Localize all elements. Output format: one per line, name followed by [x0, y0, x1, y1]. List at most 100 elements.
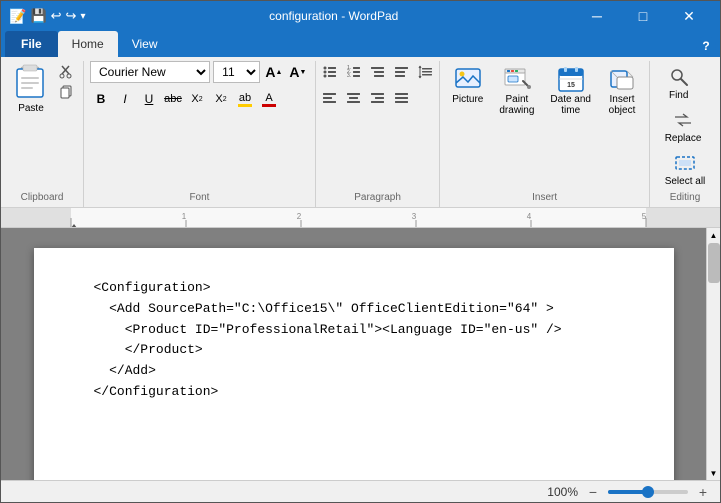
picture-button[interactable]: Picture — [446, 61, 489, 108]
ruler: 1 2 3 4 5 — [1, 208, 720, 228]
italic-button[interactable]: I — [114, 88, 136, 110]
editor-content[interactable]: <Configuration> <Add SourcePath="C:\Offi… — [94, 278, 614, 403]
replace-button[interactable]: Replace — [661, 104, 706, 147]
bullet-list-button[interactable] — [319, 61, 341, 83]
superscript-button[interactable]: X2 — [210, 88, 232, 110]
highlight-button[interactable]: ab — [234, 88, 256, 110]
ribbon-header: File Home View ? — [1, 31, 720, 57]
tab-file[interactable]: File — [5, 31, 58, 57]
vertical-scrollbar: ▲ ▼ — [706, 228, 720, 480]
svg-text:2: 2 — [297, 212, 302, 221]
paste-label: Paste — [18, 103, 44, 114]
paste-icon — [13, 63, 49, 103]
insert-content: Picture — [446, 61, 643, 190]
datetime-button[interactable]: 15 Date and time — [544, 61, 597, 119]
numbered-list-button[interactable]: 1. 2. 3. — [343, 61, 365, 83]
copy-button[interactable] — [57, 83, 77, 101]
editor-container: <Configuration> <Add SourcePath="C:\Offi… — [1, 228, 706, 480]
font-color-button[interactable]: A — [258, 88, 280, 110]
align-left-button[interactable] — [319, 87, 341, 109]
font-shrink-button[interactable]: A▼ — [287, 61, 309, 83]
find-label: Find — [669, 90, 688, 101]
ribbon-tabs: File Home View — [1, 31, 696, 57]
app-icon: 📝 — [9, 8, 26, 25]
svg-text:4: 4 — [527, 212, 532, 221]
zoom-thumb — [642, 486, 654, 498]
svg-text:1: 1 — [182, 212, 187, 221]
save-icon[interactable]: 💾 — [30, 8, 46, 24]
editing-label: Editing — [656, 190, 714, 203]
title-bar: 📝 💾 ↩ ↪ ▾ configuration - WordPad ─ □ ✕ — [1, 1, 720, 31]
zoom-in-button[interactable]: + — [694, 483, 712, 501]
align-row — [319, 87, 413, 109]
zoom-level: 100% — [547, 485, 578, 499]
object-icon — [607, 64, 637, 94]
align-right-button[interactable] — [367, 87, 389, 109]
font-group: Courier New 11 A▲ A▼ B I U abc X2 — [84, 61, 316, 207]
scroll-down-button[interactable]: ▼ — [707, 466, 721, 480]
bold-button[interactable]: B — [90, 88, 112, 110]
tab-view[interactable]: View — [118, 31, 172, 57]
replace-label: Replace — [665, 133, 702, 144]
font-family-select[interactable]: Courier New — [90, 61, 210, 83]
justify-button[interactable] — [391, 87, 413, 109]
customize-icon[interactable]: ▾ — [80, 11, 85, 22]
minimize-button[interactable]: ─ — [574, 1, 620, 31]
picture-label: Picture — [452, 94, 483, 105]
font-content: Courier New 11 A▲ A▼ B I U abc X2 — [90, 61, 309, 190]
select-all-label: Select all — [665, 176, 706, 187]
scrollbar-track[interactable] — [707, 242, 720, 466]
undo-icon[interactable]: ↩ — [51, 8, 62, 24]
find-button[interactable]: Find — [661, 61, 697, 104]
indent-less-button[interactable] — [391, 61, 413, 83]
scroll-up-button[interactable]: ▲ — [707, 228, 721, 242]
insert-group: Picture — [440, 61, 650, 207]
cut-button[interactable] — [57, 63, 77, 81]
paragraph-label: Paragraph — [322, 190, 433, 203]
scrollbar-thumb[interactable] — [708, 243, 720, 283]
paint-icon — [502, 64, 532, 94]
align-center-button[interactable] — [343, 87, 365, 109]
window-title: configuration - WordPad — [93, 9, 574, 23]
redo-icon[interactable]: ↪ — [66, 8, 77, 24]
font-size-select[interactable]: 11 — [213, 61, 260, 83]
zoom-slider[interactable] — [608, 490, 688, 494]
maximize-button[interactable]: □ — [620, 1, 666, 31]
clipboard-small-buttons — [57, 61, 77, 101]
clipboard-label: Clipboard — [7, 190, 77, 203]
svg-text:3.: 3. — [347, 73, 351, 79]
object-button[interactable]: Insert object — [601, 61, 643, 119]
paragraph-content: 1. 2. 3. — [319, 61, 437, 190]
clipboard-content: Paste — [7, 61, 77, 190]
status-bar: 100% − + — [1, 480, 720, 502]
find-icon — [666, 64, 692, 90]
font-grow-button[interactable]: A▲ — [263, 61, 285, 83]
main-area: <Configuration> <Add SourcePath="C:\Offi… — [1, 228, 720, 480]
tab-home[interactable]: Home — [58, 31, 118, 57]
indent-more-button[interactable] — [367, 61, 389, 83]
svg-text:3: 3 — [412, 212, 417, 221]
select-all-button[interactable]: Select all — [661, 147, 710, 190]
line-spacing-button[interactable] — [415, 61, 437, 83]
ribbon: Paste — [1, 57, 720, 208]
font-name-row: Courier New 11 A▲ A▼ — [90, 61, 309, 83]
underline-button[interactable]: U — [138, 88, 160, 110]
help-button[interactable]: ? — [696, 36, 716, 56]
window-controls: ─ □ ✕ — [574, 1, 712, 31]
subscript-button[interactable]: X2 — [186, 88, 208, 110]
select-all-icon — [672, 150, 698, 176]
close-button[interactable]: ✕ — [666, 1, 712, 31]
paste-button[interactable]: Paste — [7, 61, 55, 116]
svg-text:5: 5 — [642, 212, 647, 221]
paint-button[interactable]: Paint drawing — [493, 61, 540, 119]
list-row: 1. 2. 3. — [319, 61, 437, 83]
strikethrough-button[interactable]: abc — [162, 88, 184, 110]
font-grow-shrink: A▲ A▼ — [263, 61, 309, 83]
font-label: Font — [90, 190, 309, 203]
font-format-row: B I U abc X2 X2 ab A — [90, 88, 280, 110]
zoom-out-button[interactable]: − — [584, 483, 602, 501]
picture-icon — [453, 64, 483, 94]
editing-content: Find Replace — [661, 61, 710, 190]
datetime-icon: 15 — [556, 64, 586, 94]
title-bar-quick-access: 📝 💾 ↩ ↪ ▾ — [9, 8, 85, 25]
